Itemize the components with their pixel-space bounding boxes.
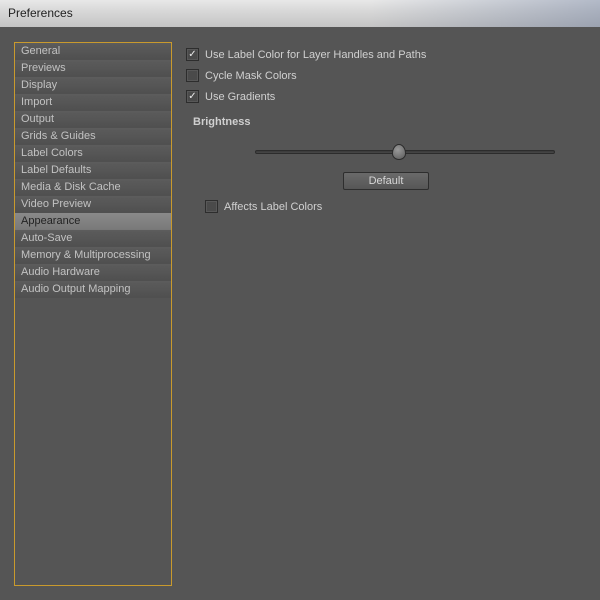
sidebar-item-general[interactable]: General — [15, 43, 171, 60]
sidebar-item-audio-output-mapping[interactable]: Audio Output Mapping — [15, 281, 171, 298]
use-label-color-row: Use Label Color for Layer Handles and Pa… — [186, 48, 586, 61]
brightness-slider-thumb[interactable] — [392, 144, 406, 160]
brightness-group-label: Brightness — [187, 116, 585, 128]
default-button-label: Default — [369, 175, 404, 187]
use-label-color-label: Use Label Color for Layer Handles and Pa… — [205, 49, 426, 61]
sidebar-item-label: General — [21, 45, 60, 57]
window-title: Preferences — [8, 6, 73, 20]
sidebar-item-label: Import — [21, 96, 52, 108]
sidebar-item-auto-save[interactable]: Auto-Save — [15, 230, 171, 247]
sidebar-item-label-defaults[interactable]: Label Defaults — [15, 162, 171, 179]
content-panel: Use Label Color for Layer Handles and Pa… — [186, 42, 586, 586]
sidebar-item-label: Auto-Save — [21, 232, 72, 244]
sidebar-item-memory-mp[interactable]: Memory & Multiprocessing — [15, 247, 171, 264]
affects-label-colors-checkbox[interactable] — [205, 200, 218, 213]
use-gradients-row: Use Gradients — [186, 90, 586, 103]
sidebar-item-label: Audio Hardware — [21, 266, 100, 278]
sidebar-item-label: Media & Disk Cache — [21, 181, 121, 193]
window-title-bar: Preferences — [0, 0, 600, 28]
cycle-mask-colors-label: Cycle Mask Colors — [205, 70, 297, 82]
use-gradients-checkbox[interactable] — [186, 90, 199, 103]
affects-label-colors-label: Affects Label Colors — [224, 201, 322, 213]
affects-label-colors-row: Affects Label Colors — [205, 200, 585, 213]
sidebar-item-label: Label Colors — [21, 147, 83, 159]
sidebar-item-media-disk-cache[interactable]: Media & Disk Cache — [15, 179, 171, 196]
sidebar-item-label: Label Defaults — [21, 164, 91, 176]
sidebar-item-display[interactable]: Display — [15, 77, 171, 94]
sidebar-item-grids-guides[interactable]: Grids & Guides — [15, 128, 171, 145]
sidebar-item-audio-hardware[interactable]: Audio Hardware — [15, 264, 171, 281]
sidebar-item-label: Appearance — [21, 215, 80, 227]
sidebar-item-video-preview[interactable]: Video Preview — [15, 196, 171, 213]
category-sidebar: General Previews Display Import Output G… — [14, 42, 172, 586]
brightness-default-button[interactable]: Default — [343, 172, 429, 190]
sidebar-item-previews[interactable]: Previews — [15, 60, 171, 77]
sidebar-item-label: Video Preview — [21, 198, 91, 210]
use-label-color-checkbox[interactable] — [186, 48, 199, 61]
brightness-slider[interactable] — [255, 142, 555, 162]
sidebar-item-label: Grids & Guides — [21, 130, 96, 142]
sidebar-item-appearance[interactable]: Appearance — [15, 213, 171, 230]
sidebar-item-label: Output — [21, 113, 54, 125]
use-gradients-label: Use Gradients — [205, 91, 275, 103]
sidebar-item-label: Display — [21, 79, 57, 91]
sidebar-item-label: Audio Output Mapping — [21, 283, 130, 295]
sidebar-item-output[interactable]: Output — [15, 111, 171, 128]
preferences-dialog: General Previews Display Import Output G… — [0, 28, 600, 600]
brightness-group: Brightness Default Affects Label Colors — [186, 111, 586, 222]
sidebar-item-label-colors[interactable]: Label Colors — [15, 145, 171, 162]
sidebar-item-label: Memory & Multiprocessing — [21, 249, 151, 261]
sidebar-item-label: Previews — [21, 62, 66, 74]
cycle-mask-colors-row: Cycle Mask Colors — [186, 69, 586, 82]
cycle-mask-colors-checkbox[interactable] — [186, 69, 199, 82]
sidebar-item-import[interactable]: Import — [15, 94, 171, 111]
